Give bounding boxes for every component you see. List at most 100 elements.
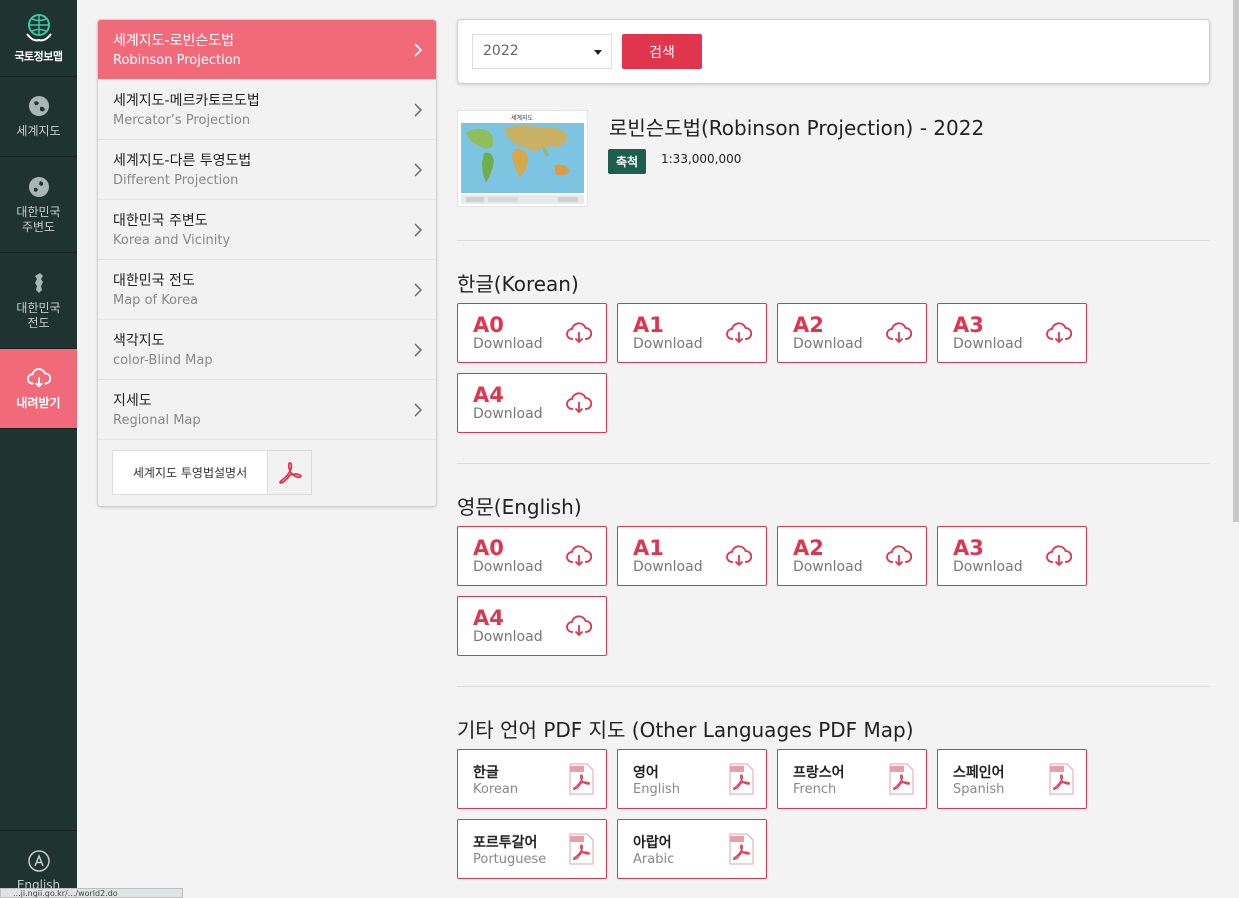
rail-item-korea-vicinity[interactable]: 대한민국 주변도 [0,157,77,253]
rail-item-label: 내려받기 [16,396,61,410]
english-section-title: 영문(English) [457,495,582,519]
menu-item-title: 색각지도 [113,333,165,349]
chevron-right-icon [414,343,423,357]
logo[interactable]: 국토정보맵 [0,0,77,77]
browser-status-url: ...ji.ngii.go.kr/.../world2.do [0,888,183,898]
paper-size: A2 [793,536,824,560]
language-name-en: French [793,782,837,797]
pdf-korean-button[interactable]: 한글 Korean [457,749,607,809]
page-scrollbar[interactable] [1233,0,1239,898]
pdf-icon [267,451,311,494]
paper-size: A1 [633,313,664,337]
cloud-download-icon [726,545,752,567]
korean-section-title: 한글(Korean) [457,272,579,296]
menu-item-regional[interactable]: 지세도 Regional Map [98,380,436,440]
language-name-en: Korean [473,782,519,797]
paper-size: A4 [473,383,504,407]
projection-guide-label: 세계지도 투영법설명서 [132,466,248,480]
menu-item-title: 지세도 [113,393,152,409]
menu-item-subtitle: color-Blind Map [113,353,213,368]
language-name: 포르투갈어 [473,835,538,851]
language-icon [27,850,50,872]
cloud-download-icon [566,545,592,567]
menu-item-korea-map[interactable]: 대한민국 전도 Map of Korea [98,260,436,320]
world-map-thumbnail-image: 세계지도 [458,111,587,206]
menu-item-subtitle: Mercator’s Projection [113,113,251,128]
globe-icon [28,176,49,197]
menu-item-subtitle: Different Projection [113,173,239,188]
download-label: Download [473,406,543,422]
projection-guide-button[interactable]: 세계지도 투영법설명서 [112,450,312,495]
language-name-en: Spanish [953,782,1005,797]
chevron-right-icon [414,103,423,117]
language-name-en: Arabic [633,852,675,867]
pdf-french-button[interactable]: 프랑스어 French [777,749,927,809]
korean-a3-download-button[interactable]: A3 Download [937,303,1087,363]
scale-value: 1:33,000,000 [661,152,742,166]
english-a0-download-button[interactable]: A0 Download [457,526,607,586]
menu-item-color-blind[interactable]: 색각지도 color-Blind Map [98,320,436,380]
language-name: 한글 [473,765,499,781]
rail-item-world-map[interactable]: 세계지도 [0,77,77,157]
paper-size: A2 [793,313,824,337]
english-a3-download-button[interactable]: A3 Download [937,526,1087,586]
cloud-download-icon [566,615,592,637]
menu-item-different[interactable]: 세계지도-다른 투영도법 Different Projection [98,140,436,200]
download-label: Download [793,559,863,575]
rail-item-label: 대한민국 전도 [16,300,61,330]
english-a4-download-button[interactable]: A4 Download [457,596,607,656]
globe-icon [28,96,49,116]
pdf-file-icon [889,763,914,795]
english-a1-download-button[interactable]: A1 Download [617,526,767,586]
search-button[interactable]: 검색 [622,34,702,69]
menu-item-title: 세계지도-다른 투영도법 [113,153,252,169]
language-name-en: English [633,782,680,797]
pdf-file-icon [1049,763,1074,795]
scrollbar-thumb[interactable] [1233,0,1239,522]
thumbnail-caption: 세계지도 [511,114,534,122]
map-type-menu: 세계지도-로빈슨도법 Robinson Projection 세계지도-메르카토… [97,19,437,507]
cloud-download-icon [26,368,51,388]
search-panel: 2022 검색 [457,19,1210,84]
cloud-download-icon [566,322,592,344]
cloud-download-icon [1046,322,1072,344]
menu-footer: 세계지도 투영법설명서 [98,440,436,506]
rail-item-download[interactable]: 내려받기 [0,349,77,429]
pdf-arabic-button[interactable]: 아랍어 Arabic [617,819,767,879]
map-title: 로빈슨도법(Robinson Projection) - 2022 [609,116,985,140]
pdf-file-icon [569,763,594,795]
globe-hand-logo-icon [25,14,52,42]
pdf-english-button[interactable]: 영어 English [617,749,767,809]
pdf-portuguese-button[interactable]: 포르투갈어 Portuguese [457,819,607,879]
map-thumbnail[interactable]: 세계지도 [457,110,588,207]
pdf-spanish-button[interactable]: 스페인어 Spanish [937,749,1087,809]
menu-item-title: 대한민국 전도 [113,273,195,289]
english-a2-download-button[interactable]: A2 Download [777,526,927,586]
menu-item-title: 세계지도-로빈슨도법 [113,33,234,49]
rail-item-korea-map[interactable]: 대한민국 전도 [0,253,77,349]
menu-item-robinson[interactable]: 세계지도-로빈슨도법 Robinson Projection [98,20,436,80]
download-label: Download [473,336,543,352]
language-name: 영어 [633,765,659,781]
menu-item-subtitle: Korea and Vicinity [113,233,231,248]
menu-item-subtitle: Map of Korea [113,293,199,308]
pdf-file-icon [569,833,594,865]
chevron-right-icon [414,403,423,417]
chevron-right-icon [414,163,423,177]
korean-a1-download-button[interactable]: A1 Download [617,303,767,363]
chevron-right-icon [414,43,423,57]
korean-a2-download-button[interactable]: A2 Download [777,303,927,363]
korean-a4-download-button[interactable]: A4 Download [457,373,607,433]
paper-size: A0 [473,536,504,560]
paper-size: A3 [953,313,984,337]
divider [457,240,1210,241]
korea-peninsula-icon [34,272,43,293]
menu-item-korea-vicinity[interactable]: 대한민국 주변도 Korea and Vicinity [98,200,436,260]
year-select[interactable]: 2022 [472,34,612,69]
other-languages-section-title: 기타 언어 PDF 지도 (Other Languages PDF Map) [457,718,914,742]
menu-item-mercator[interactable]: 세계지도-메르카토르도법 Mercator’s Projection [98,80,436,140]
language-name: 프랑스어 [793,765,845,781]
korean-a0-download-button[interactable]: A0 Download [457,303,607,363]
chevron-right-icon [414,223,423,237]
divider [457,686,1210,687]
